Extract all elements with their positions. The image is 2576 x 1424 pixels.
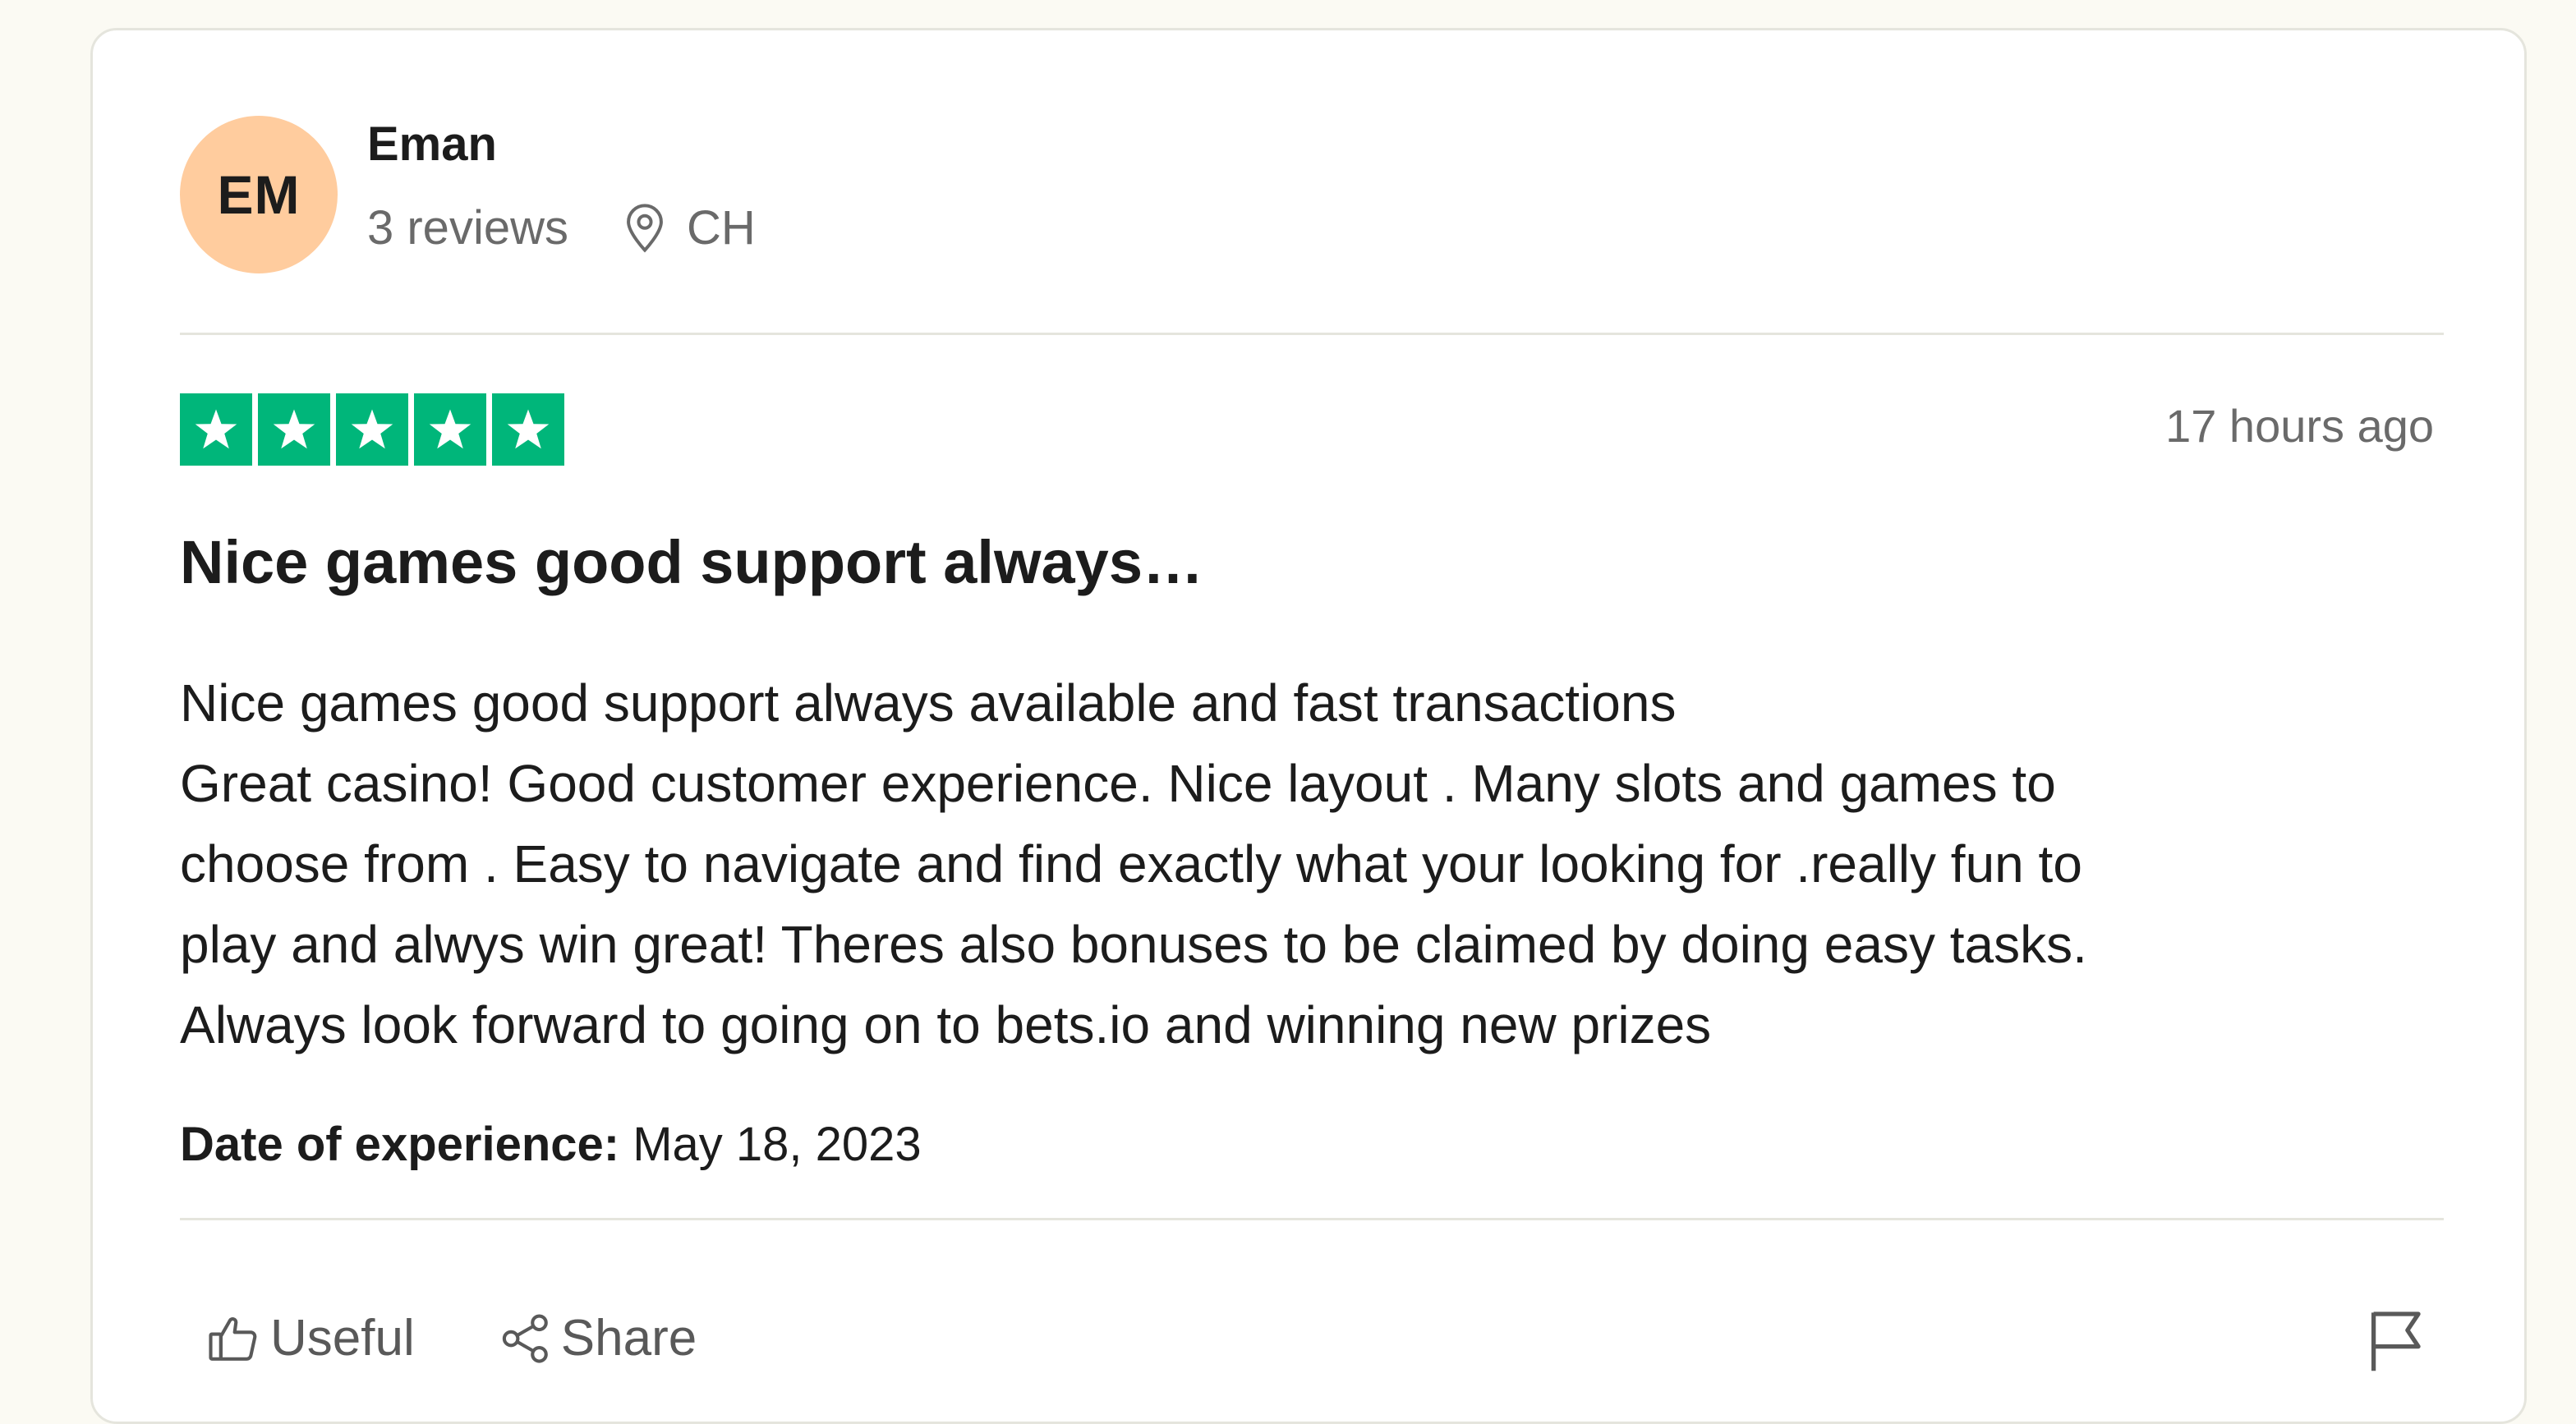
star-rating	[180, 393, 564, 466]
header-divider	[180, 333, 2444, 335]
useful-label: Useful	[270, 1310, 415, 1367]
review-body-line: Great casino! Good customer experience. …	[180, 754, 2056, 813]
footer-divider	[180, 1218, 2444, 1220]
review-actions: Useful Share	[206, 1311, 697, 1366]
star-icon	[336, 393, 408, 466]
review-title[interactable]: Nice games good support always…	[180, 526, 1203, 599]
share-icon	[502, 1314, 548, 1363]
share-label: Share	[560, 1310, 697, 1367]
review-posted-time: 17 hours ago	[2165, 400, 2434, 452]
avatar-initials: EM	[217, 164, 301, 225]
review-body-line: choose from . Easy to navigate and find …	[180, 834, 2082, 893]
flag-icon[interactable]	[2368, 1308, 2422, 1374]
star-icon	[414, 393, 486, 466]
reviewer-location: CH	[686, 201, 756, 255]
date-of-experience: Date of experience: May 18, 2023	[180, 1121, 922, 1169]
reviewer-name[interactable]: Eman	[367, 121, 497, 168]
review-body-line: Always look forward to going on to bets.…	[180, 995, 1712, 1054]
experience-label: Date of experience:	[180, 1118, 620, 1171]
location-pin-icon	[627, 204, 663, 253]
share-button[interactable]: Share	[499, 1311, 697, 1366]
review-body-line: play and alwys win great! Theres also bo…	[180, 915, 2087, 974]
useful-button[interactable]: Useful	[206, 1311, 415, 1366]
reviewer-meta: 3 reviews CH	[367, 203, 756, 254]
review-body-line: Nice games good support always available…	[180, 673, 1677, 733]
thumbs-up-icon	[209, 1317, 257, 1361]
review-count: 3 reviews	[367, 201, 568, 255]
star-icon	[492, 393, 564, 466]
star-icon	[180, 393, 252, 466]
avatar[interactable]: EM	[180, 116, 338, 273]
review-body: Nice games good support always available…	[180, 663, 2463, 1065]
star-icon	[258, 393, 330, 466]
experience-date: May 18, 2023	[632, 1118, 922, 1171]
review-card: EM Eman 3 reviews CH 17 hours ago Nice g…	[90, 28, 2527, 1424]
